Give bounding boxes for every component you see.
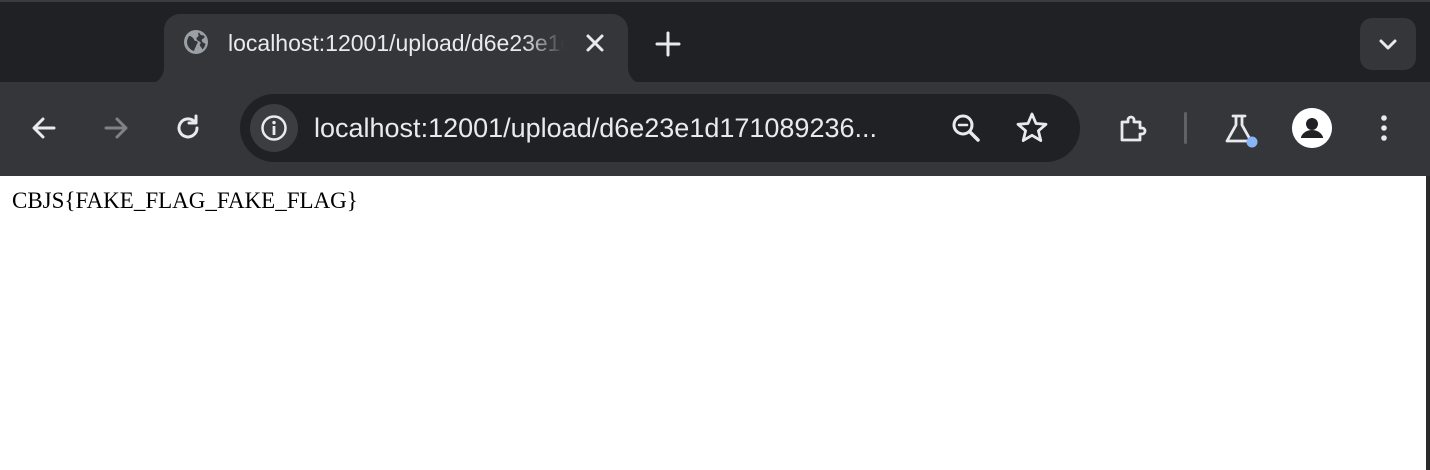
forward-button[interactable] (94, 106, 138, 150)
labs-button[interactable] (1216, 106, 1260, 150)
profile-button[interactable] (1292, 108, 1332, 148)
tab-strip: localhost:12001/upload/d6e23e1d171089236 (0, 0, 1430, 84)
toolbar: localhost:12001/upload/d6e23e1d171089236… (0, 82, 1430, 176)
page-viewport: CBJS{FAKE_FLAG_FAKE_FLAG} (0, 176, 1426, 470)
back-button[interactable] (22, 106, 66, 150)
plus-icon[interactable] (652, 28, 684, 60)
site-info-button[interactable] (250, 104, 298, 152)
reload-button[interactable] (166, 106, 210, 150)
address-bar[interactable]: localhost:12001/upload/d6e23e1d171089236… (240, 94, 1080, 162)
active-tab[interactable]: localhost:12001/upload/d6e23e1d171089236 (164, 14, 628, 84)
tab-title: localhost:12001/upload/d6e23e1d171089236 (228, 30, 564, 56)
window-edge (1426, 176, 1430, 470)
toolbar-divider (1184, 112, 1187, 144)
page-body-text: CBJS{FAKE_FLAG_FAKE_FLAG} (12, 188, 358, 213)
extensions-button[interactable] (1110, 106, 1154, 150)
globe-icon (182, 28, 210, 56)
url-text[interactable]: localhost:12001/upload/d6e23e1d171089236… (314, 110, 934, 146)
star-icon[interactable] (1012, 108, 1052, 148)
browser-window: localhost:12001/upload/d6e23e1d171089236 (0, 0, 1430, 470)
close-icon[interactable] (580, 28, 610, 58)
zoom-icon[interactable] (946, 108, 986, 148)
person-icon (1292, 108, 1332, 148)
menu-button[interactable] (1362, 106, 1406, 150)
tab-search-button[interactable] (1360, 18, 1416, 70)
